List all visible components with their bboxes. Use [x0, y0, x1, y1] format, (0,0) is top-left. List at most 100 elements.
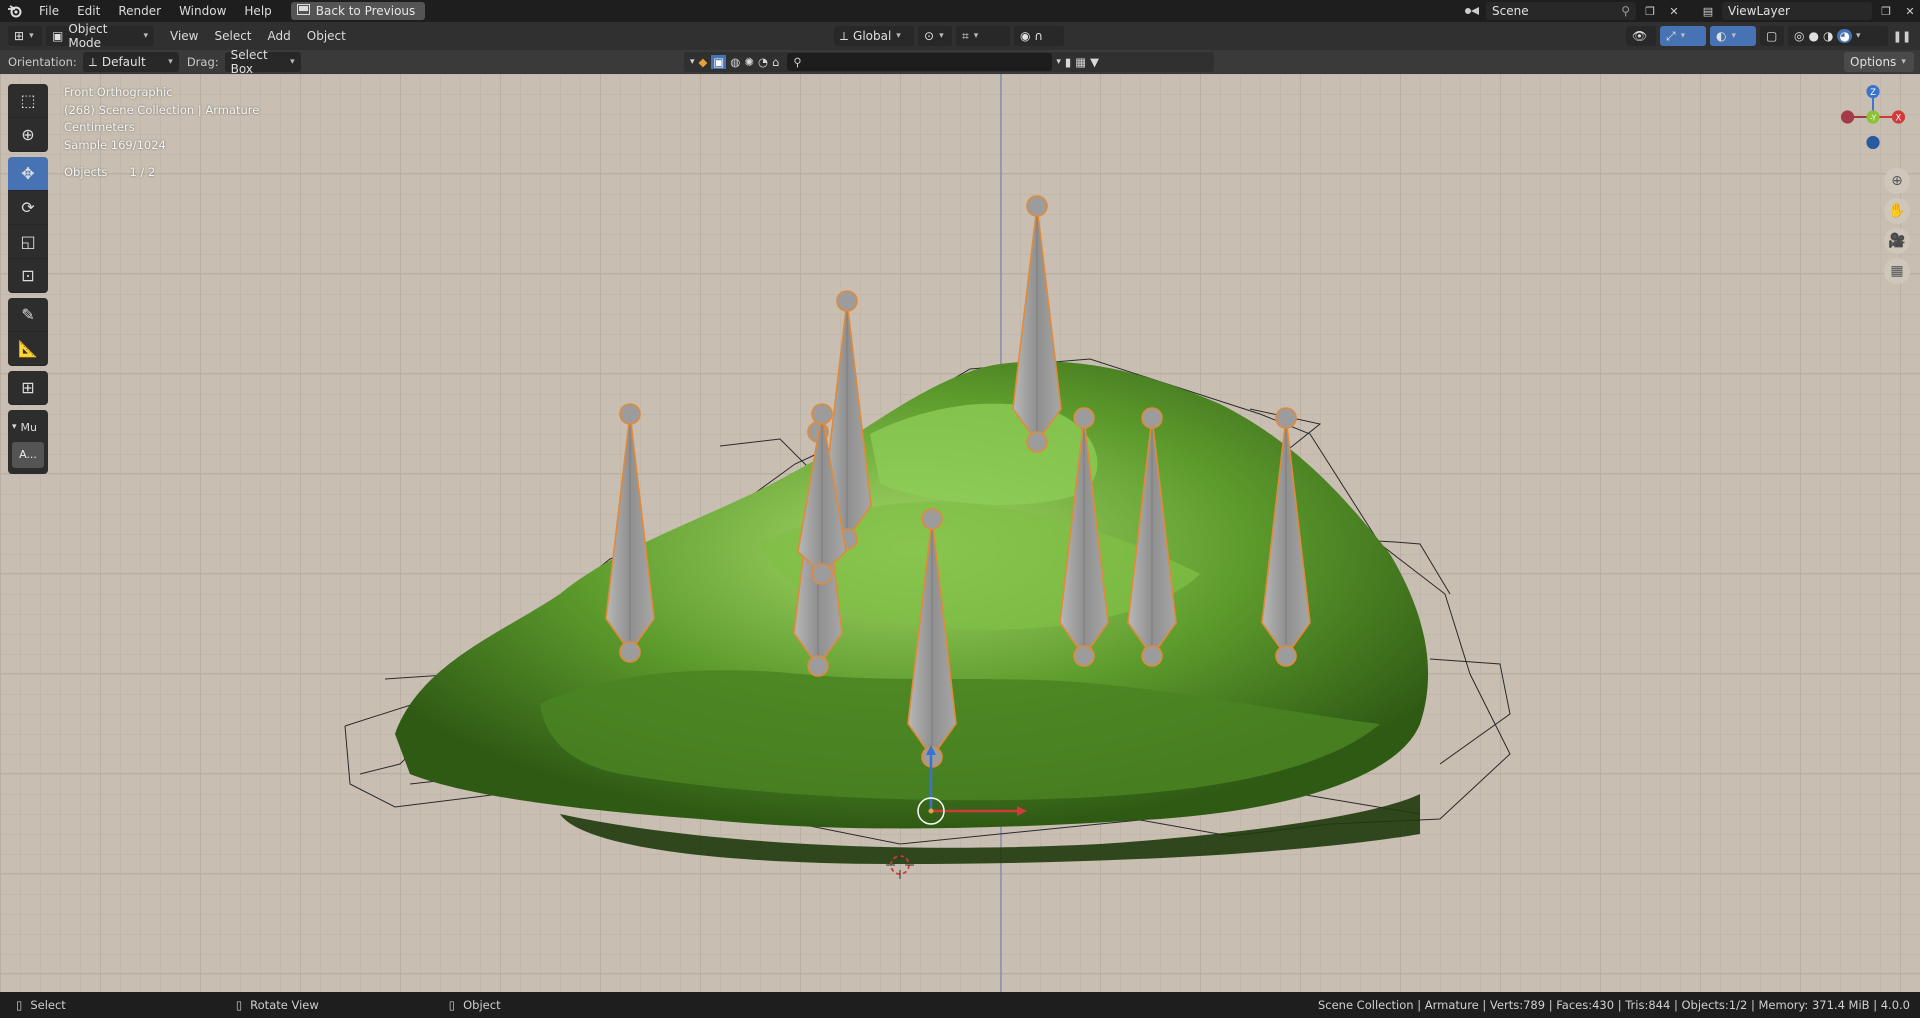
menu-edit[interactable]: Edit	[68, 0, 109, 22]
move-tool[interactable]: ✥	[8, 157, 48, 191]
navigation-gizmo[interactable]: Z X -Y	[1840, 84, 1906, 150]
addon-panel-button[interactable]: A...	[12, 442, 44, 468]
material-shading-icon[interactable]: ◑	[1823, 29, 1833, 43]
add-cube-tool[interactable]: ⊞	[8, 371, 48, 405]
orientation-icon: ⟂	[840, 28, 849, 43]
menu-select[interactable]: Select	[206, 26, 259, 46]
camera-icon[interactable]: 🎥	[1884, 228, 1910, 254]
snap-dropdown[interactable]: ⌗ ▾	[956, 26, 1010, 46]
mouse-right-icon: ▯	[448, 998, 456, 1012]
visibility-dropdown[interactable]: 👁	[1626, 26, 1656, 46]
view-name: Front Orthographic	[64, 85, 173, 99]
sphere-icon[interactable]: ◍	[730, 55, 740, 69]
chevron-down-icon: ▾	[896, 31, 901, 41]
new-scene-icon[interactable]: ❐	[1640, 2, 1660, 20]
editor-type-icon: ⊞	[14, 29, 25, 43]
back-to-previous-button[interactable]: Back to Previous	[290, 2, 426, 20]
menu-help[interactable]: Help	[235, 0, 280, 22]
delete-scene-icon[interactable]: ✕	[1664, 2, 1684, 20]
chevron-down-icon: ▾	[168, 57, 173, 67]
blender-logo-icon[interactable]	[0, 0, 30, 22]
3d-viewport[interactable]: ⬚ ⊕ ✥ ⟳ ◱ ⊡ ✎ 📐 ⊞ ▾ Mu A... Front Orthog…	[0, 74, 1920, 992]
menu-render[interactable]: Render	[109, 0, 170, 22]
funnel-icon[interactable]: ▼	[1090, 55, 1099, 69]
rotate-tool[interactable]: ⟳	[8, 191, 48, 225]
pan-hand-icon[interactable]: ✋	[1884, 198, 1910, 224]
pivot-icon: ⊙	[924, 29, 935, 43]
new-view-layer-icon[interactable]: ❐	[1876, 2, 1896, 20]
orientation-dropdown[interactable]: ⟂ Default ▾	[82, 52, 179, 72]
transform-tool[interactable]: ⊡	[8, 259, 48, 293]
annotate-tool[interactable]: ✎	[8, 298, 48, 332]
menu-window[interactable]: Window	[170, 0, 235, 22]
wireframe-shading-icon[interactable]: ◎	[1794, 29, 1804, 43]
layout-icon[interactable]: ▦	[1075, 55, 1086, 69]
scene-icon[interactable]	[1462, 2, 1482, 20]
chevron-down-icon: ▾	[973, 31, 979, 41]
select-box-tool[interactable]: ⬚	[8, 84, 48, 118]
menu-view[interactable]: View	[162, 26, 206, 46]
stamp-icon[interactable]: ⌂	[772, 55, 779, 69]
proportional-edit-dropdown[interactable]: ◉ ∩	[1014, 26, 1064, 46]
bone-joint	[619, 641, 641, 663]
cursor-tool[interactable]: ⊕	[8, 118, 48, 152]
zoom-icon[interactable]: ⊕	[1884, 168, 1910, 194]
cursor-icon: ⊕	[21, 125, 35, 144]
options-dropdown[interactable]: Options ▾	[1844, 52, 1914, 72]
gizmo-x-label: X	[1896, 112, 1902, 122]
bone-joint	[1026, 195, 1048, 217]
mode-label: Object Mode	[68, 22, 108, 50]
scene-selector[interactable]: Scene ⚲	[1486, 2, 1636, 20]
orientation-default-icon: ⟂	[88, 54, 97, 69]
pin-icon[interactable]: ⚲	[1621, 4, 1630, 18]
transform-orientation-dropdown[interactable]: ⟂ Global ▾	[834, 26, 914, 46]
scene-render[interactable]	[0, 74, 1920, 992]
shading-mode-buttons[interactable]: ◎ ● ◑ ◕ ▾	[1788, 26, 1888, 46]
bone-joint	[811, 403, 833, 425]
menu-file[interactable]: File	[30, 0, 68, 22]
delete-view-layer-icon[interactable]: ✕	[1900, 2, 1920, 20]
scale-tool[interactable]: ◱	[8, 225, 48, 259]
gizmo-toggle[interactable]: ⤢ ▾	[1660, 26, 1706, 46]
objects-count: 1 / 2	[129, 165, 156, 179]
view-layer-selector[interactable]: ViewLayer	[1722, 2, 1872, 20]
bookmark-icon[interactable]: ▮	[1065, 55, 1071, 69]
pencil-icon: ✎	[21, 305, 35, 324]
lights-icon[interactable]: ✺	[744, 55, 754, 69]
chevron-down-icon: ▾	[1731, 31, 1737, 41]
overlays-toggle[interactable]: ◐ ▾	[1710, 26, 1756, 46]
grid-icon[interactable]: ▦	[1884, 258, 1910, 284]
bone-joint	[1141, 407, 1163, 429]
tool-settings-bar: Orientation: ⟂ Default ▾ Drag: Select Bo…	[0, 48, 1920, 76]
xray-toggle[interactable]: ▢	[1760, 26, 1784, 46]
menu-add[interactable]: Add	[260, 26, 299, 46]
measure-tool[interactable]: 📐	[8, 332, 48, 366]
status-rotate-label: Rotate View	[250, 998, 319, 1012]
menu-object[interactable]: Object	[299, 26, 354, 46]
rendered-shading-icon[interactable]: ◕	[1837, 29, 1852, 43]
palette-icon[interactable]: ◆	[699, 55, 708, 69]
select-box-icon[interactable]: ▣	[711, 55, 727, 69]
chevron-down-icon[interactable]: ▾	[1056, 57, 1061, 67]
overlays-icon: ◐	[1716, 29, 1727, 43]
editor-type-dropdown[interactable]: ⊞ ▾	[8, 26, 42, 46]
drag-label: Drag:	[186, 55, 219, 69]
view-layer-icon[interactable]: ▤	[1698, 2, 1718, 20]
chevron-down-icon[interactable]: ▾	[690, 57, 695, 67]
bone-joint	[1026, 431, 1048, 453]
objects-label: Objects	[64, 165, 108, 179]
status-select-hint: ▯ Select	[0, 998, 66, 1012]
chevron-down-icon: ▾	[1855, 31, 1861, 41]
filter-search-input[interactable]: ⚲	[787, 53, 1053, 71]
pause-render-icon[interactable]: ❚❚	[1892, 27, 1912, 45]
chevron-down-icon: ▾	[143, 31, 148, 41]
addon-panel-header[interactable]: ▾ Mu	[8, 414, 48, 440]
neg-z-axis-icon	[1866, 135, 1880, 150]
mode-dropdown[interactable]: ▣ Object Mode ▾	[46, 22, 154, 50]
status-object-label: Object	[463, 998, 501, 1012]
world-icon[interactable]: ◔	[758, 55, 768, 69]
pivot-dropdown[interactable]: ⊙ ▾	[918, 26, 952, 46]
chevron-down-icon: ▾	[1680, 31, 1686, 41]
drag-dropdown[interactable]: Select Box ▾	[224, 48, 301, 76]
solid-shading-icon[interactable]: ●	[1808, 29, 1818, 43]
